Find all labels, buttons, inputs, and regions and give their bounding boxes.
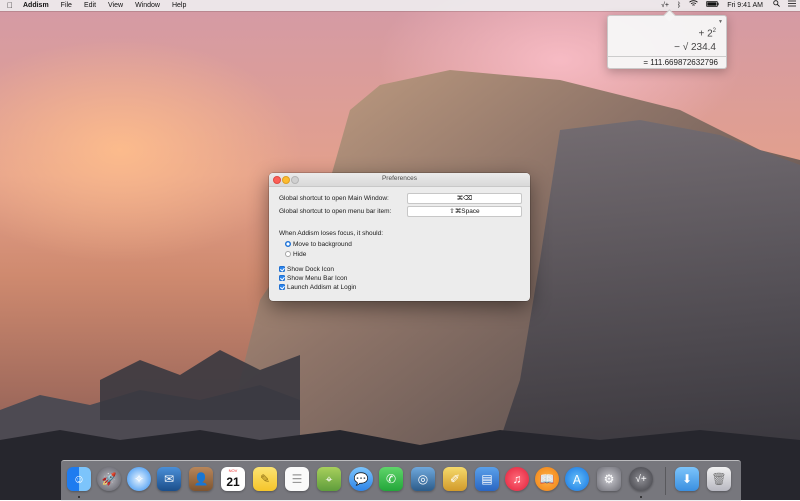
checkbox-show-menu-bar-icon[interactable]: Show Menu Bar Icon: [279, 275, 347, 282]
trash-icon[interactable]: 🗑: [707, 467, 731, 491]
addism-popover[interactable]: ▼ + 22 − √ 234.4 = 111.669872632796: [607, 9, 727, 69]
notes-icon[interactable]: ✎: [253, 467, 277, 491]
contacts-icon[interactable]: 👤: [189, 467, 213, 491]
focus-label: When Addism loses focus, it should:: [279, 230, 384, 237]
ibooks-icon[interactable]: 📖: [535, 467, 559, 491]
menu-window[interactable]: Window: [129, 0, 166, 11]
itunes-icon[interactable]: ♫: [505, 467, 529, 491]
menu-app-name[interactable]: Addism: [17, 0, 55, 11]
safari-icon[interactable]: ✧: [127, 467, 151, 491]
downloads-folder-icon[interactable]: ⬇: [675, 467, 699, 491]
running-indicator: [640, 496, 642, 498]
menu-bar-shortcut-field[interactable]: ⇧⌘Space: [407, 206, 522, 217]
addism-dock-icon[interactable]: √+: [629, 467, 653, 491]
bluetooth-icon[interactable]: ᛒ: [673, 0, 685, 11]
running-indicator: [78, 496, 80, 498]
photo-booth-icon[interactable]: ◎: [411, 467, 435, 491]
radio-selected-icon[interactable]: [285, 241, 291, 247]
radio-hide[interactable]: Hide: [285, 251, 306, 258]
messages-icon[interactable]: 💬: [349, 467, 373, 491]
expression-lines[interactable]: + 22 − √ 234.4: [674, 24, 716, 55]
menu-bar-shortcut-label: Global shortcut to open menu bar item:: [279, 208, 392, 215]
menu-view[interactable]: View: [102, 0, 129, 11]
checkbox-show-dock-icon[interactable]: Show Dock Icon: [279, 266, 334, 273]
checkbox-launch-at-login[interactable]: Launch Addism at Login: [279, 284, 356, 291]
menu-edit[interactable]: Edit: [78, 0, 102, 11]
calendar-month: NOV: [228, 468, 238, 473]
facetime-icon[interactable]: ✆: [379, 467, 403, 491]
calendar-day: 21: [226, 475, 240, 489]
reminders-icon[interactable]: ☰: [285, 467, 309, 491]
result-value: = 111.669872632796: [643, 58, 718, 67]
checkbox-checked-icon[interactable]: [279, 266, 285, 272]
apple-menu-icon[interactable]: : [3, 1, 17, 10]
preferences-window: Preferences Global shortcut to open Main…: [269, 173, 530, 301]
checkbox-checked-icon[interactable]: [279, 284, 285, 290]
popover-divider: [608, 56, 726, 57]
dock-separator: [665, 467, 666, 495]
launchpad-icon[interactable]: 🚀: [97, 467, 121, 491]
main-window-shortcut-label: Global shortcut to open Main Window:: [279, 195, 389, 202]
checkbox-checked-icon[interactable]: [279, 275, 285, 281]
keynote-icon[interactable]: ▤: [475, 467, 499, 491]
wifi-icon[interactable]: [685, 0, 702, 11]
calendar-icon[interactable]: NOV 21: [221, 467, 245, 491]
system-preferences-icon[interactable]: ⚙: [597, 467, 621, 491]
main-window-shortcut-field[interactable]: ⌘⌫: [407, 193, 522, 204]
notification-center-icon[interactable]: [784, 0, 800, 11]
pages-icon[interactable]: ✐: [443, 467, 467, 491]
menu-file[interactable]: File: [55, 0, 78, 11]
menu-help[interactable]: Help: [166, 0, 192, 11]
expression-line-1: + 22: [698, 28, 716, 40]
menu-bar:  Addism File Edit View Window Help √+ ᛒ…: [0, 0, 800, 11]
expression-line-2: − √ 234.4: [674, 42, 716, 54]
dock: ☺ 🚀 ✧ ✉ 👤 NOV 21 ✎ ☰ ⌖ 💬 ✆ ◎ ✐ ▤ ♫ 📖 Ａ ⚙…: [61, 460, 741, 501]
mail-icon[interactable]: ✉: [157, 467, 181, 491]
window-title: Preferences: [381, 175, 418, 182]
window-titlebar[interactable]: Preferences: [269, 173, 530, 187]
maps-icon[interactable]: ⌖: [317, 467, 341, 491]
radio-move-to-background[interactable]: Move to background: [285, 241, 352, 248]
battery-icon[interactable]: [702, 0, 723, 11]
spotlight-icon[interactable]: [769, 0, 784, 11]
app-store-icon[interactable]: Ａ: [565, 467, 589, 491]
clock[interactable]: Fri 9:41 AM: [723, 0, 769, 11]
radio-unselected-icon[interactable]: [285, 251, 291, 257]
finder-icon[interactable]: ☺: [67, 467, 91, 491]
chevron-down-icon[interactable]: ▼: [718, 19, 723, 25]
